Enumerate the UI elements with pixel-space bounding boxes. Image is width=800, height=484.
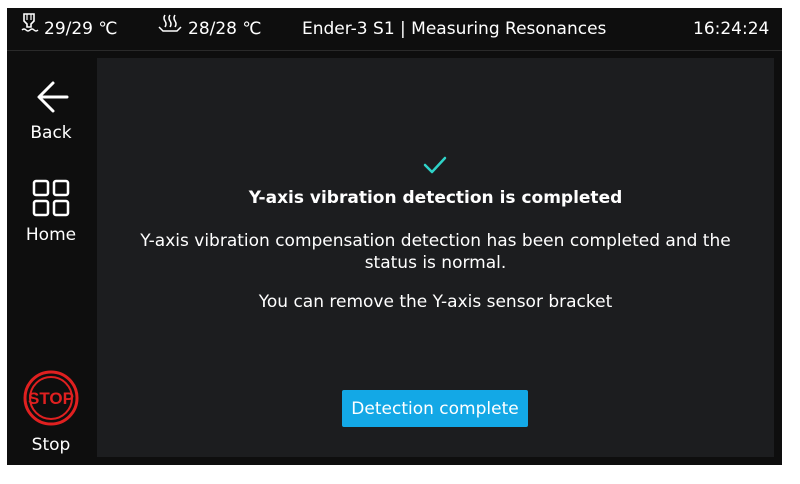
clock: 16:24:24	[693, 19, 770, 39]
bed-temperature: 28/28 ℃	[157, 8, 262, 50]
arrow-left-icon	[31, 79, 71, 119]
back-label: Back	[30, 123, 72, 143]
back-button[interactable]: Back	[7, 79, 95, 143]
stop-label: Stop	[31, 435, 71, 455]
printer-screen: 29/29 ℃ 28/28 ℃ Ender-3 S1 | Measuring R…	[7, 8, 782, 465]
dialog-heading: Y-axis vibration detection is completed	[248, 188, 623, 208]
grid-icon	[31, 179, 71, 221]
detection-complete-button[interactable]: Detection complete	[342, 390, 528, 427]
dialog-description: Y-axis vibration compensation detection …	[140, 231, 731, 273]
nozzle-temperature-value: 29/29 ℃	[44, 19, 118, 39]
dialog-panel: Y-axis vibration detection is completed …	[97, 58, 774, 457]
bed-temperature-value: 28/28 ℃	[188, 19, 262, 39]
bed-temperature-icon	[157, 8, 188, 50]
dialog-note: You can remove the Y-axis sensor bracket	[258, 292, 613, 312]
screen-title: Ender-3 S1 | Measuring Resonances	[302, 19, 607, 39]
nozzle-temperature: 29/29 ℃	[19, 8, 118, 50]
check-icon	[422, 154, 448, 180]
home-button[interactable]: Home	[7, 179, 95, 245]
stop-icon: STOP	[22, 369, 80, 431]
stop-button[interactable]: STOP Stop	[7, 369, 95, 455]
status-bar: 29/29 ℃ 28/28 ℃ Ender-3 S1 | Measuring R…	[7, 8, 782, 51]
sidebar: Back Home STOP Stop	[7, 51, 95, 465]
nozzle-temperature-icon	[19, 8, 44, 50]
stop-icon-text: STOP	[28, 389, 74, 408]
home-label: Home	[25, 225, 77, 245]
